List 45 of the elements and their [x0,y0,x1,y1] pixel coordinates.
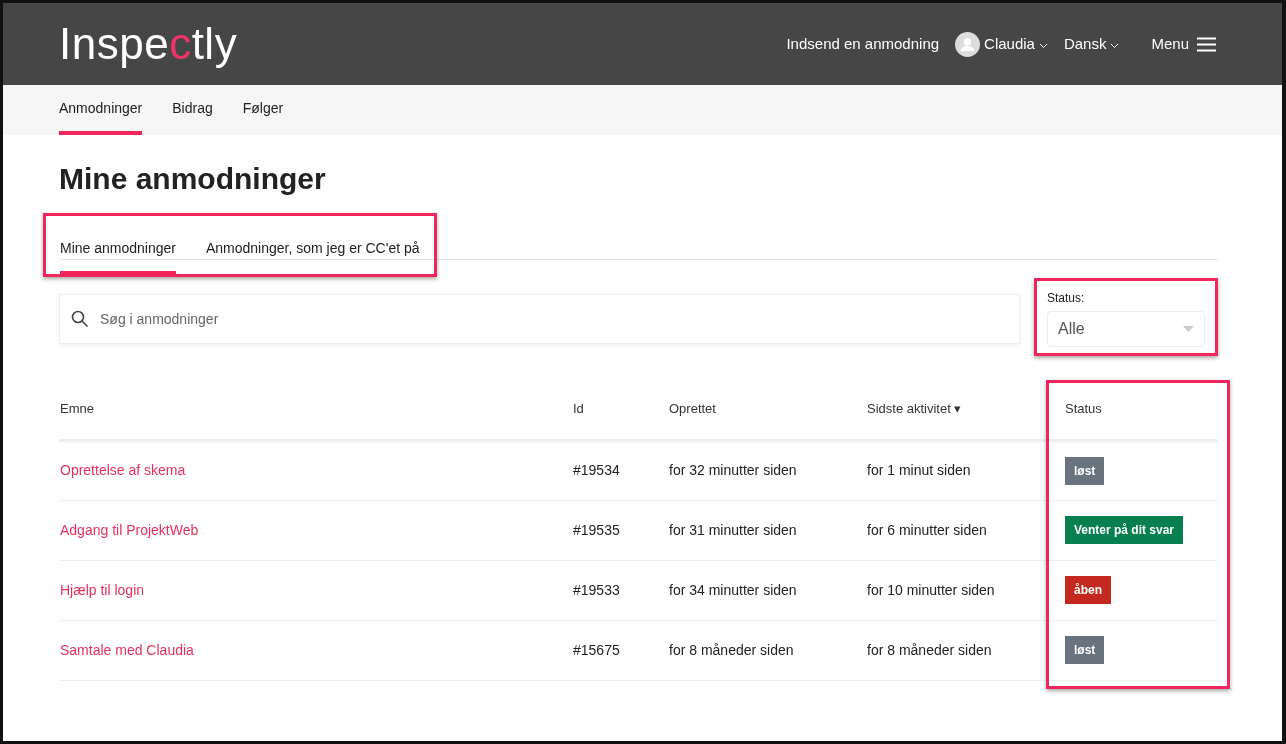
table-cell: for 10 minutter siden [866,560,1064,620]
chevron-icon [1038,43,1048,49]
dropdown-arrow-icon [1183,326,1194,332]
search-icon [71,310,89,328]
menu-icon [1197,36,1216,52]
status-filter-label: Status: [1047,290,1086,307]
column-header: Status [1064,378,1218,440]
column-header: Id [572,378,668,440]
status-label: løst [1065,636,1105,664]
chevron-icon [1110,43,1120,49]
request-link[interactable]: Samtale med Claudia [60,641,194,658]
logo[interactable]: Inspectly [59,22,238,66]
request-link[interactable]: Hjælp til login [60,581,145,598]
status-label: åben [1065,576,1111,604]
table-cell: #19535 [572,500,668,560]
request-link[interactable]: Oprettelse af skema [60,462,186,478]
request-link[interactable]: Adgang til ProjektWeb [60,521,199,538]
tab[interactable]: Mine anmodninger [60,234,176,274]
column-header[interactable]: Sidste aktivitet ▾ [866,378,1064,440]
user-menu[interactable]: Claudia [955,31,1048,57]
nav-tab[interactable]: Anmodninger [59,84,143,135]
table-cell: #15675 [572,620,668,680]
status-label: Venter på dit svar [1065,516,1184,544]
status-dropdown[interactable]: Alle [1047,311,1205,347]
table-cell: for 34 minutter siden [668,560,866,620]
menu-button[interactable]: Menu [1151,32,1216,56]
table-cell: #19534 [572,440,668,500]
table-cell: for 31 minutter siden [668,500,866,560]
nav-tab[interactable]: Bidrag [172,84,213,135]
tab[interactable]: Anmodninger, som jeg er CC'et på [205,234,420,274]
table-cell: for 6 minutter siden [866,500,1064,560]
table-cell: for 32 minutter siden [668,440,866,500]
avatar-icon [955,31,981,57]
column-header: Oprettet [668,378,866,440]
search-field[interactable]: Søg i anmodninger [59,294,1020,344]
nav-tab[interactable]: Følger [242,84,284,135]
table-cell: for 1 minut siden [866,440,1064,500]
column-header: Emne [59,378,572,440]
table-cell: for 8 måneder siden [866,620,1064,680]
language-menu[interactable]: Dansk [1063,32,1120,56]
page-title: Mine anmodninger [59,161,327,197]
status-label: løst [1065,456,1105,485]
table-cell: for 8 måneder siden [668,620,866,680]
table-cell: #19533 [572,560,668,620]
submit-request-link[interactable]: Indsend en anmodning [786,32,940,56]
